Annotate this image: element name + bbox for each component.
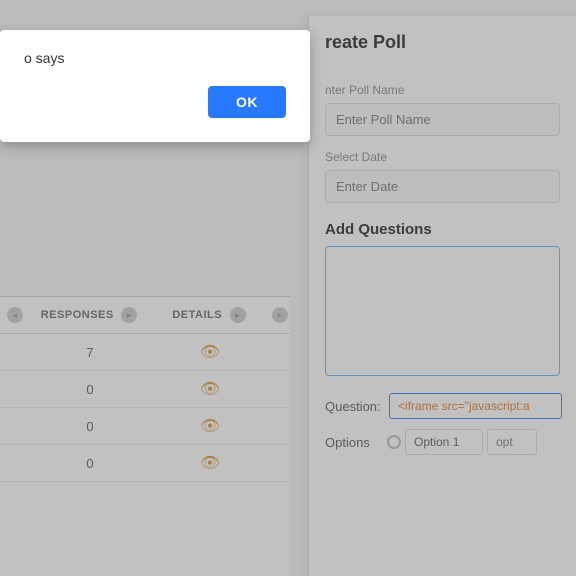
alert-message: o says: [24, 50, 286, 66]
alert-footer: OK: [24, 86, 286, 118]
alert-dialog: o says OK: [0, 30, 310, 142]
ok-button[interactable]: OK: [208, 86, 286, 118]
